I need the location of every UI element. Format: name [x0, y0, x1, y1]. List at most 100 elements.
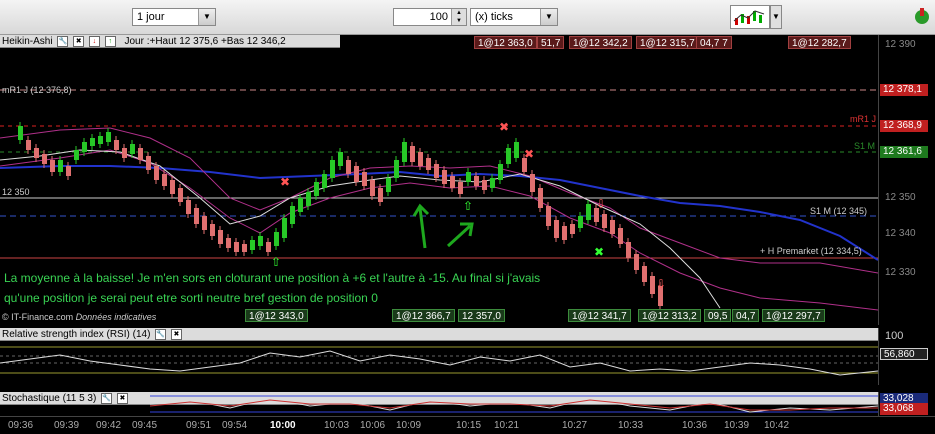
time-tick: 10:09	[396, 420, 422, 431]
order-tag[interactable]: 51,7	[537, 36, 565, 49]
price-axis[interactable]: 12 390 12 350 12 340 12 330	[878, 35, 935, 325]
candle-body	[122, 148, 127, 158]
order-tag[interactable]: 1@12 341,7	[568, 309, 631, 322]
order-tag[interactable]: 1@12 315,7	[636, 36, 699, 49]
wrench-icon[interactable]: 🔧	[101, 392, 113, 404]
order-tag[interactable]: 04,7 7	[696, 36, 732, 49]
time-tick: 10:15	[456, 420, 482, 431]
candle-body	[130, 144, 135, 154]
order-tag[interactable]: 1@12 343,0	[245, 309, 308, 322]
candle-body	[562, 226, 567, 240]
chart-type-button[interactable]	[730, 5, 770, 29]
candle-body	[234, 242, 239, 252]
rsi-label: Relative strength index (RSI) (14)	[2, 329, 151, 340]
candle-body	[570, 224, 575, 234]
candle-body	[474, 176, 479, 186]
indicator-label: Heikin-Ashi	[2, 36, 53, 47]
candle-body	[210, 224, 215, 236]
close-icon[interactable]: ✖	[73, 35, 85, 47]
time-tick: 09:51	[186, 420, 212, 431]
price-tick: 12 340	[885, 228, 916, 239]
drawing-tool-icon[interactable]	[912, 6, 932, 28]
price-tag: 12 368,9	[880, 120, 928, 132]
order-tag[interactable]: 1@12 313,2	[638, 309, 701, 322]
candle-body	[178, 188, 183, 202]
up-arrow-icon[interactable]: ↑	[104, 35, 116, 47]
time-tick: 09:39	[54, 420, 80, 431]
order-tag[interactable]: 1@12 282,7	[788, 36, 851, 49]
candle-body	[650, 276, 655, 294]
candle-body	[450, 176, 455, 188]
candle-body	[162, 174, 167, 186]
candle-body	[186, 200, 191, 214]
candle-body	[322, 174, 327, 188]
copyright-text: © IT-Finance.com	[2, 312, 74, 322]
period-value: 1 jour	[137, 11, 165, 23]
candle-body	[586, 204, 591, 220]
comment-line-2: qu'une position je serai peut etre sorti…	[4, 291, 378, 305]
count-value: 100	[429, 11, 448, 23]
time-tick: 10:33	[618, 420, 644, 431]
candle-body	[634, 254, 639, 270]
down-arrow-icon[interactable]: ↓	[88, 35, 100, 47]
s1-right-label: S1 M	[854, 141, 876, 151]
order-tag[interactable]: 04,7	[732, 309, 760, 322]
candle-body	[354, 166, 359, 182]
wrench-icon[interactable]: 🔧	[155, 328, 167, 340]
green-arrow-1	[412, 203, 430, 249]
level-12350-label: 12 350	[2, 187, 30, 197]
stoch-chart[interactable]	[150, 394, 878, 416]
order-tag[interactable]: 1@12 363,0	[474, 36, 537, 49]
spin-up-icon[interactable]: ▲	[451, 9, 466, 17]
candle-body	[114, 140, 119, 150]
close-icon[interactable]: ✖	[170, 328, 182, 340]
order-tag[interactable]: 1@12 366,7	[392, 309, 455, 322]
candle-body	[442, 170, 447, 184]
count-stepper[interactable]: 100 ▲ ▼	[393, 8, 467, 26]
green-arrow-2	[446, 222, 474, 248]
candle-body	[458, 182, 463, 194]
order-tag[interactable]: 09,5	[704, 309, 732, 322]
price-tick: 12 330	[885, 267, 916, 278]
price-tick: 12 350	[885, 192, 916, 203]
order-tag[interactable]: 1@12 297,7	[762, 309, 825, 322]
price-tag: 12 378,1	[880, 84, 928, 96]
chart-type-dropdown[interactable]: ▼	[770, 5, 782, 29]
wrench-icon[interactable]: 🔧	[57, 35, 69, 47]
time-tick: 10:06	[360, 420, 386, 431]
candle-body	[610, 220, 615, 234]
candle-body	[578, 216, 583, 228]
candle-body	[386, 178, 391, 192]
order-tag[interactable]: 12 357,0	[458, 309, 505, 322]
chevron-down-icon[interactable]: ▼	[198, 9, 215, 25]
day-info: Jour :+Haut 12 375,6 +Bas 12 346,2	[124, 36, 286, 47]
rsi-chart[interactable]	[0, 341, 878, 385]
candle-body	[394, 160, 399, 178]
candle-body	[18, 126, 23, 140]
candle-body	[170, 180, 175, 194]
candle-body	[498, 164, 503, 180]
down-marker-icon: ⇩	[596, 197, 606, 211]
mr1-right-label: mR1 J	[850, 114, 877, 124]
candle-body	[242, 244, 247, 252]
candle-body	[226, 238, 231, 248]
close-icon[interactable]: ✖	[116, 392, 128, 404]
time-axis[interactable]: 09:36 09:39 09:42 09:45 09:51 09:54 10:00 10:03…	[0, 416, 935, 434]
unit-select[interactable]: (x) ticks ▼	[470, 8, 558, 26]
annotation-comment: La moyenne à la baisse! Je m'en sors en …	[4, 268, 624, 308]
candle-body	[402, 142, 407, 162]
candle-body	[370, 180, 375, 196]
candle-body	[330, 160, 335, 178]
chevron-down-icon[interactable]: ▼	[540, 9, 557, 25]
candle-body	[282, 218, 287, 238]
period-select[interactable]: 1 jour ▼	[132, 8, 216, 26]
spin-down-icon[interactable]: ▼	[451, 17, 466, 25]
candle-body	[202, 216, 207, 230]
order-tag[interactable]: 1@12 342,2	[569, 36, 632, 49]
price-tag: 12 361,6	[880, 146, 928, 158]
main-pane-header: Heikin-Ashi 🔧 ✖ ↓ ↑ Jour :+Haut 12 375,6…	[0, 35, 340, 48]
candle-body	[466, 172, 471, 182]
rsi-pane-header: Relative strength index (RSI) (14) 🔧 ✖	[0, 328, 878, 341]
candle-body	[346, 160, 351, 174]
candle-body	[426, 158, 431, 170]
